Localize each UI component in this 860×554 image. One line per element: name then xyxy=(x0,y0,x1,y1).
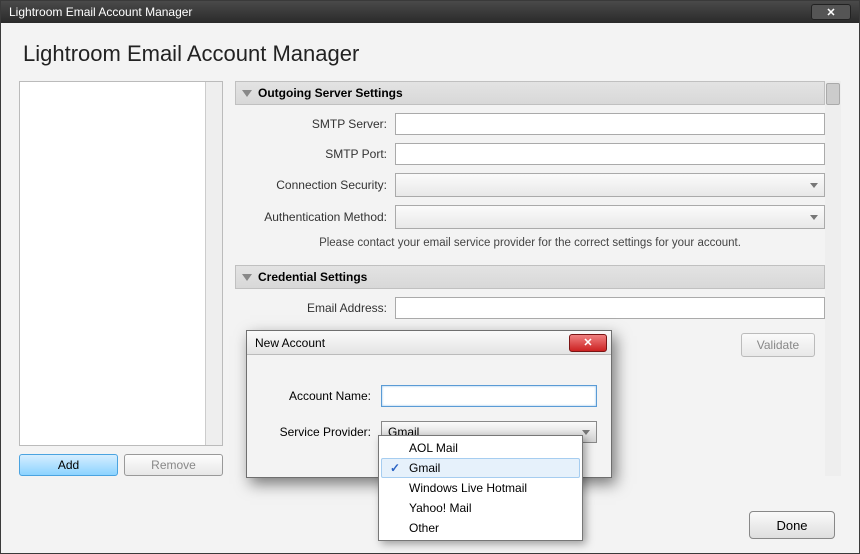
outgoing-help-text: Please contact your email service provid… xyxy=(235,237,825,249)
option-label: Other xyxy=(409,521,439,535)
provider-option-hotmail[interactable]: Windows Live Hotmail xyxy=(381,478,580,498)
option-label: Windows Live Hotmail xyxy=(409,481,527,495)
disclosure-triangle-icon xyxy=(242,274,252,281)
provider-label: Service Provider: xyxy=(261,425,381,439)
provider-option-yahoo[interactable]: Yahoo! Mail xyxy=(381,498,580,518)
modal-title: New Account xyxy=(255,336,325,350)
smtp-server-label: SMTP Server: xyxy=(235,117,395,131)
right-scrollbar[interactable] xyxy=(825,81,841,476)
security-select[interactable] xyxy=(395,173,825,197)
disclosure-triangle-icon xyxy=(242,90,252,97)
close-icon: ✕ xyxy=(583,336,592,349)
done-button[interactable]: Done xyxy=(749,511,835,539)
outgoing-section-title: Outgoing Server Settings xyxy=(258,86,403,100)
credentials-section-title: Credential Settings xyxy=(258,270,367,284)
email-input[interactable] xyxy=(395,297,825,319)
smtp-server-input[interactable] xyxy=(395,113,825,135)
chevron-down-icon xyxy=(810,183,818,188)
provider-option-other[interactable]: Other xyxy=(381,518,580,538)
chevron-down-icon xyxy=(582,430,590,435)
modal-close-button[interactable]: ✕ xyxy=(569,334,607,352)
provider-dropdown[interactable]: AOL Mail ✓ Gmail Windows Live Hotmail Ya… xyxy=(378,435,583,541)
add-button[interactable]: Add xyxy=(19,454,118,476)
provider-option-gmail[interactable]: ✓ Gmail xyxy=(381,458,580,478)
modal-titlebar[interactable]: New Account ✕ xyxy=(247,331,611,355)
validate-button[interactable]: Validate xyxy=(741,333,815,357)
list-scrollbar-thumb[interactable] xyxy=(207,84,221,106)
right-scrollbar-thumb[interactable] xyxy=(826,83,840,105)
close-icon: ✕ xyxy=(826,6,835,19)
check-icon: ✓ xyxy=(390,461,400,475)
account-name-label: Account Name: xyxy=(261,389,381,403)
auth-label: Authentication Method: xyxy=(235,210,395,224)
outgoing-form: SMTP Server: SMTP Port: Connection Secur… xyxy=(235,113,825,229)
email-label: Email Address: xyxy=(235,301,395,315)
titlebar[interactable]: Lightroom Email Account Manager ✕ xyxy=(1,1,859,23)
provider-option-aol[interactable]: AOL Mail xyxy=(381,438,580,458)
left-column: Add Remove xyxy=(19,81,223,476)
option-label: Yahoo! Mail xyxy=(409,501,471,515)
smtp-port-input[interactable] xyxy=(395,143,825,165)
page-title: Lightroom Email Account Manager xyxy=(23,41,841,67)
window-close-button[interactable]: ✕ xyxy=(811,4,851,20)
left-buttons: Add Remove xyxy=(19,454,223,476)
option-label: Gmail xyxy=(409,461,440,475)
security-label: Connection Security: xyxy=(235,178,395,192)
account-list[interactable] xyxy=(19,81,223,446)
outgoing-section-header[interactable]: Outgoing Server Settings xyxy=(235,81,825,105)
footer: Done xyxy=(749,511,835,539)
auth-select[interactable] xyxy=(395,205,825,229)
smtp-port-label: SMTP Port: xyxy=(235,147,395,161)
credentials-form: Email Address: xyxy=(235,297,825,319)
window-title: Lightroom Email Account Manager xyxy=(9,5,192,19)
credentials-section-header[interactable]: Credential Settings xyxy=(235,265,825,289)
chevron-down-icon xyxy=(810,215,818,220)
account-name-input[interactable] xyxy=(381,385,597,407)
remove-button[interactable]: Remove xyxy=(124,454,223,476)
option-label: AOL Mail xyxy=(409,441,458,455)
